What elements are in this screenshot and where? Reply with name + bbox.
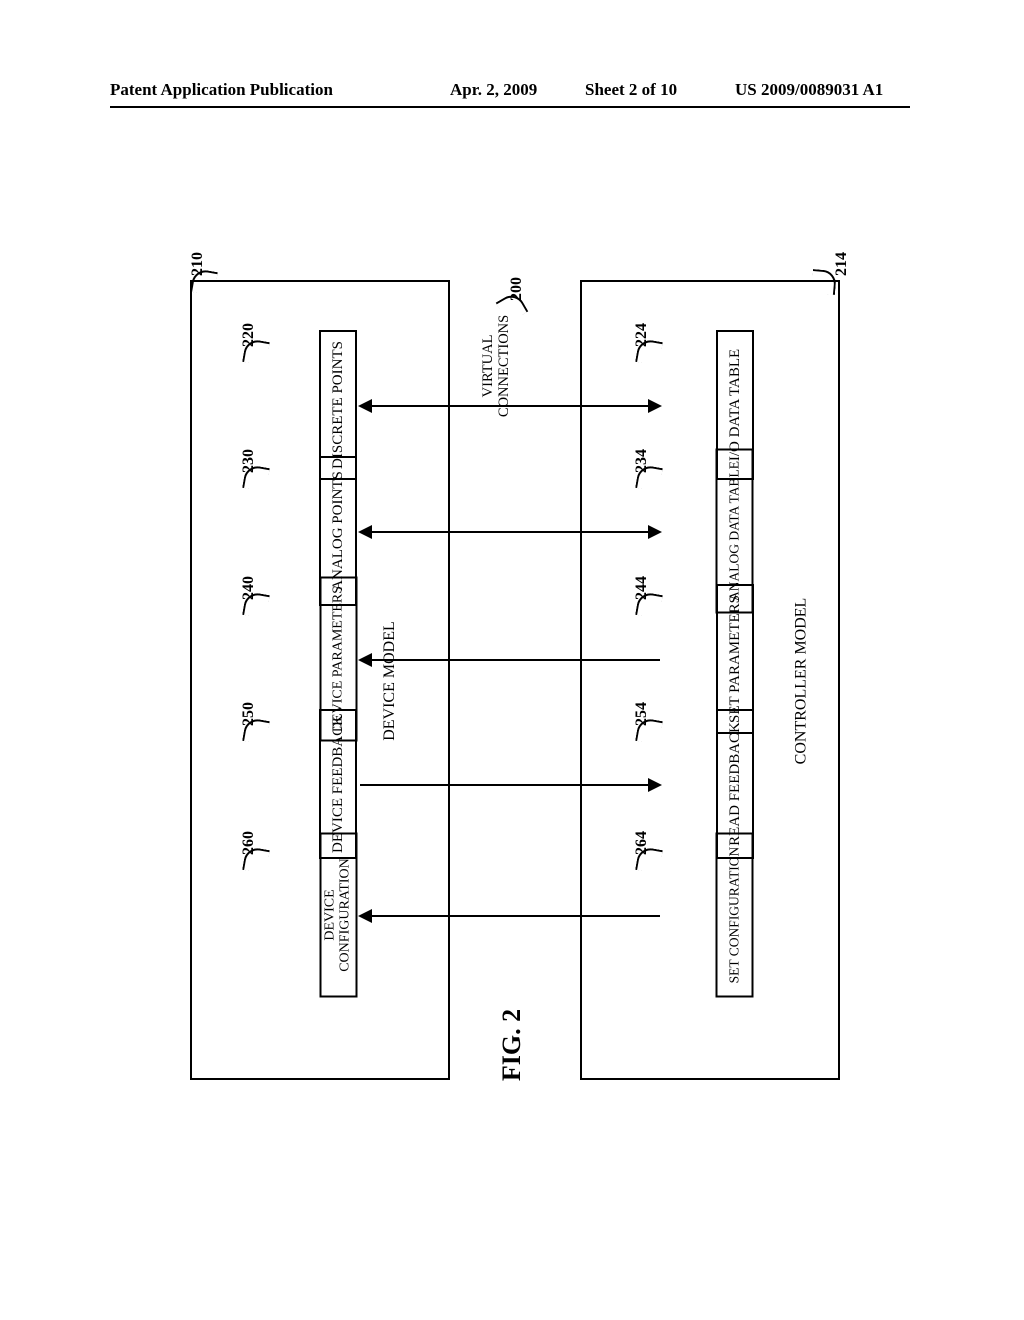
arrowhead-right-icon [648, 399, 662, 413]
patent-page: Patent Application Publication Apr. 2, 2… [110, 80, 910, 1190]
controller-model-title: CONTROLLER MODEL [792, 598, 810, 765]
header-pubno: US 2009/0089031 A1 [735, 80, 883, 100]
header-rule [110, 106, 910, 108]
arrowhead-right-icon [648, 778, 662, 792]
arrowhead-left-icon [358, 399, 372, 413]
arrowhead-right-icon [648, 525, 662, 539]
arrow-1 [360, 405, 660, 407]
ref-214: 214 [833, 252, 851, 276]
ctrl-item-set-configuration: SET CONFIGURATION [716, 833, 754, 998]
device-item-device-configuration: DEVICECONFIGURATION [320, 833, 358, 998]
arrowhead-left-icon [358, 653, 372, 667]
arrow-4 [360, 784, 660, 786]
figure-caption: FIG. 2 [497, 1009, 527, 1081]
arrow-2 [360, 531, 660, 533]
header-date: Apr. 2, 2009 [450, 80, 537, 100]
device-model-title: DEVICE MODEL [381, 621, 399, 741]
arrowhead-left-icon [358, 525, 372, 539]
virtual-connections-label: VIRTUALCONNECTIONS [481, 315, 513, 417]
arrow-3 [360, 659, 660, 661]
header-left: Patent Application Publication [110, 80, 333, 100]
arrowhead-left-icon [358, 909, 372, 923]
figure-2: DEVICE MODEL CONTROLLER MODEL DISCRETE P… [160, 240, 860, 1100]
arrow-5 [360, 915, 660, 917]
header-sheet: Sheet 2 of 10 [585, 80, 677, 100]
